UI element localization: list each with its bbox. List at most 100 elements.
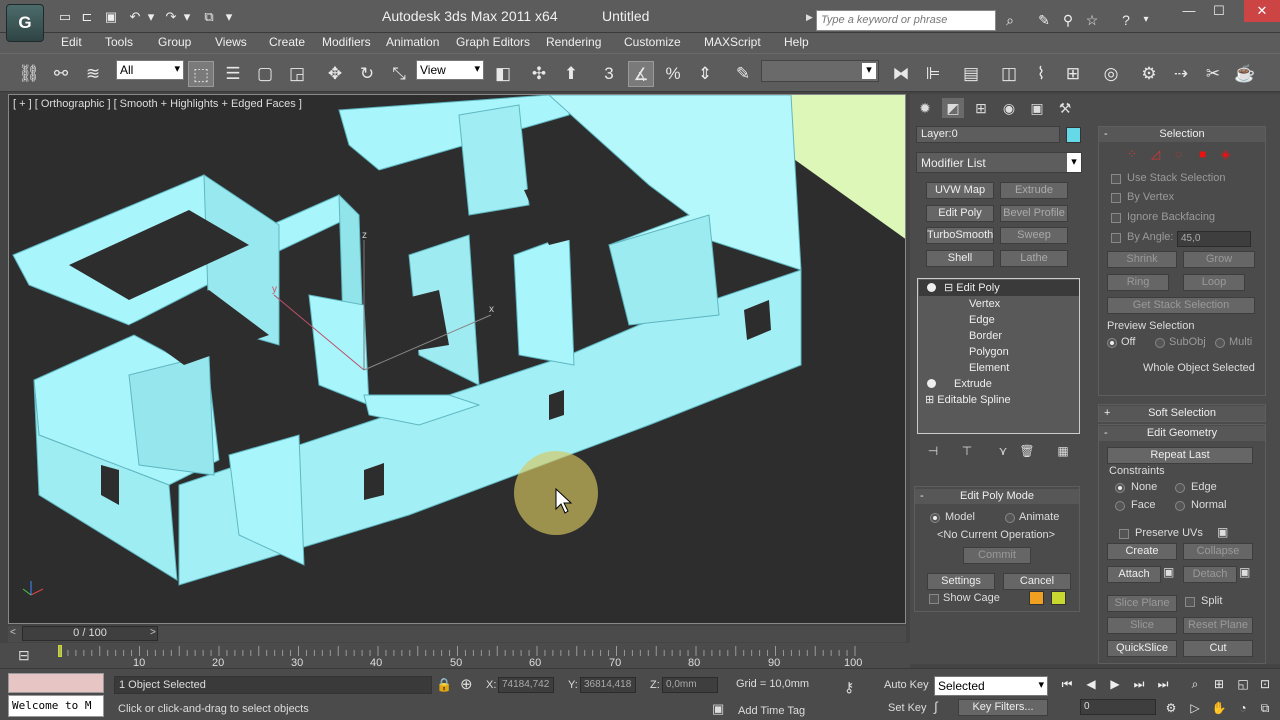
edit-named-selection-icon[interactable]: ✎	[730, 61, 756, 87]
curve-editor-icon[interactable]: ⌇	[1028, 61, 1054, 87]
by-angle-checkbox[interactable]	[1111, 233, 1121, 243]
use-stack-selection-checkbox[interactable]	[1111, 174, 1121, 184]
slice-plane-button[interactable]: Slice Plane	[1107, 595, 1177, 612]
absolute-mode-icon[interactable]: ⊕	[460, 675, 473, 693]
keyboard-shortcut-override-icon[interactable]: ⬆	[558, 61, 584, 87]
help-icon[interactable]: ?	[1116, 10, 1136, 30]
detach-settings-icon[interactable]: ▣	[1239, 565, 1250, 579]
named-selection-sets-dropdown[interactable]	[761, 60, 879, 82]
collapse-button[interactable]: Collapse	[1183, 543, 1253, 560]
previous-frame-icon[interactable]: ◀	[1080, 675, 1102, 693]
zoom-icon[interactable]: ⌕	[1184, 675, 1206, 693]
stack-item-vertex[interactable]: Vertex	[919, 296, 1079, 312]
stack-item-edge[interactable]: Edge	[919, 312, 1079, 328]
vertex-level-icon[interactable]: ⁘	[1127, 147, 1137, 161]
constraint-none-radio[interactable]	[1115, 483, 1125, 493]
schematic-view-icon[interactable]: ⊞	[1060, 61, 1086, 87]
commit-button[interactable]: Commit	[963, 547, 1031, 564]
mini-curve-editor-icon[interactable]: ⊟	[18, 647, 30, 664]
unlink-selection-icon[interactable]: ⚯	[48, 61, 74, 87]
reference-coordinate-dropdown[interactable]: View	[416, 60, 484, 80]
help-dropdown-icon[interactable]: ▾	[1136, 10, 1156, 30]
hierarchy-tab-icon[interactable]: ⊞	[970, 98, 992, 118]
time-slider-prev-icon[interactable]: <	[10, 627, 16, 638]
stack-item-extrude[interactable]: Extrude	[919, 376, 1079, 392]
select-and-move-icon[interactable]: ✥	[322, 61, 348, 87]
modifier-on-icon[interactable]	[927, 283, 936, 292]
go-to-start-icon[interactable]: ⏮	[1056, 675, 1078, 693]
selected-cage-color-swatch[interactable]	[1051, 591, 1066, 605]
viewport-orthographic[interactable]: y x z [ + ] [ Orthographic ] [ Smooth + …	[8, 94, 906, 624]
zoom-all-icon[interactable]: ⊞	[1208, 675, 1230, 693]
by-vertex-checkbox[interactable]	[1111, 193, 1121, 203]
stack-item-edit-poly[interactable]: ⊟ Edit Poly	[919, 280, 1079, 296]
zoom-extents-all-icon[interactable]: ⊡	[1254, 675, 1276, 693]
preserve-uvs-checkbox[interactable]	[1119, 529, 1129, 539]
remove-modifier-icon[interactable]: 🗑	[1018, 444, 1036, 460]
quickslice-button[interactable]: QuickSlice	[1107, 640, 1177, 657]
viewport-label[interactable]: [ + ] [ Orthographic ] [ Smooth + Highli…	[13, 98, 302, 110]
subscription-icon[interactable]: ✎	[1034, 10, 1054, 30]
bind-space-warp-icon[interactable]: ≋	[80, 61, 106, 87]
repeat-last-button[interactable]: Repeat Last	[1107, 447, 1253, 464]
grow-button[interactable]: Grow	[1183, 251, 1255, 268]
render-teapot-icon[interactable]: ☕	[1232, 61, 1258, 87]
add-time-tag-label[interactable]: Add Time Tag	[738, 705, 805, 717]
menu-animation[interactable]: Animation	[386, 35, 439, 49]
stack-item-element[interactable]: Element	[919, 360, 1079, 376]
edit-poly-button[interactable]: Edit Poly	[926, 205, 994, 222]
menu-create[interactable]: Create	[269, 35, 305, 49]
set-key-button[interactable]: Set Key	[888, 702, 927, 714]
zoom-extents-icon[interactable]: ◱	[1232, 675, 1254, 693]
configure-modifier-sets-icon[interactable]: ▦	[1054, 444, 1072, 460]
turbosmooth-button[interactable]: TurboSmooth	[926, 227, 994, 244]
align-icon[interactable]: ⊫	[920, 61, 946, 87]
cut-button[interactable]: Cut	[1183, 640, 1253, 657]
polygon-level-icon[interactable]: ■	[1199, 147, 1206, 161]
settings-button[interactable]: Settings	[927, 573, 995, 590]
create-tab-icon[interactable]: ✹	[914, 98, 936, 118]
graphite-toggle-icon[interactable]: ◫	[996, 61, 1022, 87]
mirror-icon[interactable]: ⧓	[888, 61, 914, 87]
window-crossing-icon[interactable]: ◲	[284, 61, 310, 87]
next-frame-icon[interactable]: ⏭	[1128, 675, 1150, 693]
menu-edit[interactable]: Edit	[61, 35, 82, 49]
quick-access-dropdown-icon[interactable]: ▾	[220, 9, 238, 25]
display-tab-icon[interactable]: ▣	[1026, 98, 1048, 118]
snaps-toggle-icon[interactable]: 3	[596, 61, 622, 87]
percent-snap-icon[interactable]: %	[660, 61, 686, 87]
maximize-viewport-icon[interactable]: ⧉	[1254, 699, 1276, 717]
time-slider[interactable]: < 0 / 100 >	[8, 626, 906, 642]
loop-button[interactable]: Loop	[1183, 274, 1245, 291]
save-file-icon[interactable]: ▣	[102, 9, 120, 25]
sweep-button[interactable]: Sweep	[1000, 227, 1068, 244]
edit-geometry-header[interactable]: - Edit Geometry	[1099, 426, 1265, 441]
menu-help[interactable]: Help	[784, 35, 809, 49]
render-production-icon[interactable]: ✂	[1200, 61, 1226, 87]
material-editor-icon[interactable]: ◎	[1098, 61, 1124, 87]
key-icon[interactable]: ⚷	[844, 679, 854, 696]
angle-snap-icon[interactable]: ∡	[628, 61, 654, 87]
key-mode-dropdown[interactable]: Selected	[934, 676, 1048, 696]
modifier-on-icon[interactable]	[927, 379, 936, 388]
element-level-icon[interactable]: ◈	[1221, 147, 1230, 161]
pin-stack-icon[interactable]: ⊣	[924, 444, 942, 460]
communication-center-icon[interactable]: ⚲	[1058, 10, 1078, 30]
undo-dropdown-icon[interactable]: ▾	[142, 9, 160, 25]
lathe-button[interactable]: Lathe	[1000, 250, 1068, 267]
time-slider-next-icon[interactable]: >	[150, 627, 156, 638]
modifier-list-dropdown[interactable]: Modifier List	[916, 152, 1082, 173]
rectangular-selection-icon[interactable]: ▢	[252, 61, 278, 87]
selection-header[interactable]: - Selection	[1099, 127, 1265, 142]
select-manipulate-icon[interactable]: ✣	[526, 61, 552, 87]
select-and-rotate-icon[interactable]: ↻	[354, 61, 380, 87]
attach-button[interactable]: Attach	[1107, 566, 1161, 583]
select-object-icon[interactable]: ⬚	[188, 61, 214, 87]
motion-tab-icon[interactable]: ◉	[998, 98, 1020, 118]
ring-button[interactable]: Ring	[1107, 274, 1169, 291]
split-checkbox[interactable]	[1185, 597, 1195, 607]
field-of-view-icon[interactable]: ▷	[1184, 699, 1206, 717]
edge-level-icon[interactable]: ◿	[1151, 147, 1160, 161]
constraint-face-radio[interactable]	[1115, 501, 1125, 511]
time-slider-thumb[interactable]: 0 / 100	[22, 626, 158, 641]
